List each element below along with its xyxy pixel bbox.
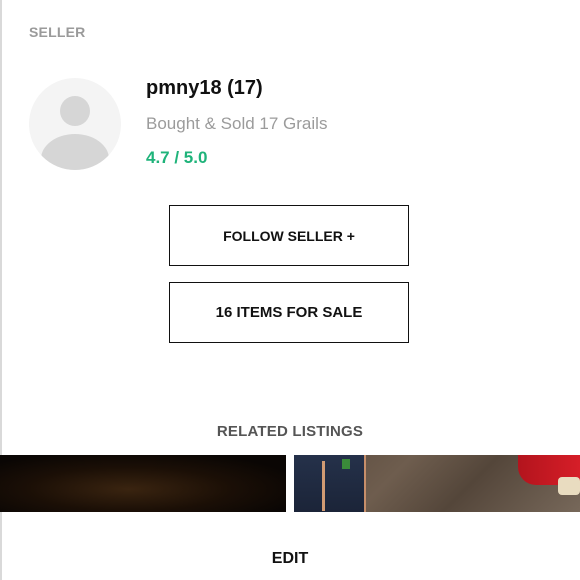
follow-seller-button[interactable]: FOLLOW SELLER + xyxy=(169,205,409,266)
thumbnail-strap-graphic xyxy=(322,461,325,511)
related-listings-heading: RELATED LISTINGS xyxy=(216,423,364,440)
related-listing-thumbnail-1[interactable] xyxy=(0,455,286,512)
seller-rating: 4.7 / 5.0 xyxy=(146,148,208,167)
user-placeholder-body xyxy=(41,134,109,170)
related-listing-thumbnail-2[interactable] xyxy=(294,455,580,512)
seller-avatar[interactable] xyxy=(29,78,121,170)
seller-username[interactable]: pmny18 (17) xyxy=(146,77,263,100)
thumbnail-green-tag-graphic xyxy=(342,459,350,469)
seller-tagline: Bought & Sold 17 Grails xyxy=(146,114,328,133)
edit-button[interactable]: EDIT xyxy=(0,550,580,568)
thumbnail-cream-item-graphic xyxy=(558,477,580,495)
items-for-sale-button[interactable]: 16 ITEMS FOR SALE xyxy=(169,282,409,343)
section-label-seller: SELLER xyxy=(29,24,86,40)
thumbnail-bag-graphic xyxy=(294,455,366,512)
user-placeholder-icon xyxy=(60,96,90,126)
